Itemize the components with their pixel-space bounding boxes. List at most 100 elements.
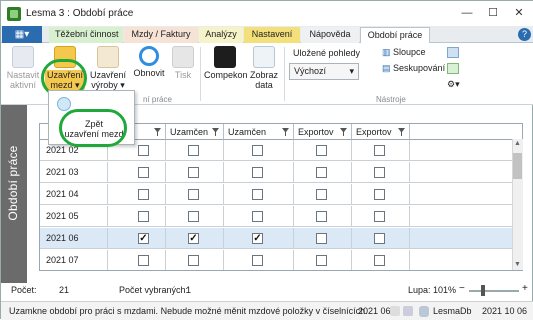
- filter-icon[interactable]: [212, 128, 219, 136]
- tools-icon: [403, 306, 413, 316]
- checkbox[interactable]: [316, 255, 327, 266]
- tab-napoveda[interactable]: Nápověda: [301, 27, 359, 43]
- checkbox[interactable]: [138, 167, 149, 178]
- filter-icon[interactable]: [398, 128, 405, 136]
- maximize-button[interactable]: ☐: [480, 5, 506, 21]
- checkbox[interactable]: [188, 255, 199, 266]
- checkbox[interactable]: [374, 255, 385, 266]
- checkbox[interactable]: ✓: [138, 233, 149, 244]
- table-cell: [410, 184, 512, 205]
- column-header-label: Uzamčen: [170, 127, 209, 137]
- zoom-in-button[interactable]: +: [522, 283, 528, 294]
- table-cell: [166, 184, 224, 205]
- view-select-value: Výchozí: [294, 66, 327, 76]
- filter-settings-icon[interactable]: [447, 63, 459, 74]
- group-label-prace: ní práce: [143, 95, 172, 104]
- tisk-label: Tisk: [174, 70, 192, 80]
- checkbox[interactable]: [374, 167, 385, 178]
- obnovit-button[interactable]: Obnovit: [132, 46, 166, 78]
- table-cell: [410, 228, 512, 249]
- uzavreni-vyroby-button[interactable]: Uzavření výroby ▾: [89, 46, 127, 90]
- table-row[interactable]: 2021 05: [40, 206, 512, 227]
- file-menu-button[interactable]: ▦▾: [2, 26, 42, 43]
- table-cell: [108, 162, 166, 183]
- table-cell: [410, 140, 512, 161]
- column-header-uzamcen-1[interactable]: Uzamčen: [166, 124, 224, 140]
- help-icon[interactable]: ?: [518, 28, 531, 41]
- sloupce-label: Sloupce: [393, 47, 426, 57]
- scroll-down-arrow-icon[interactable]: ▼: [514, 261, 521, 268]
- table-cell: [224, 184, 294, 205]
- checkbox[interactable]: [374, 145, 385, 156]
- filter-icon[interactable]: [154, 128, 161, 136]
- ulozene-pohledy-label: Uložené pohledy: [293, 48, 361, 58]
- tab-obdobi-prace[interactable]: Období práce: [360, 27, 430, 44]
- checkbox[interactable]: [188, 211, 199, 222]
- filter-icon[interactable]: [282, 128, 289, 136]
- uzavreni-vyroby-label-1: Uzavření: [89, 70, 126, 80]
- checkbox[interactable]: [138, 189, 149, 200]
- minimize-button[interactable]: —: [454, 5, 480, 21]
- close-button[interactable]: ✕: [506, 5, 532, 21]
- sloupce-button[interactable]: ▥ Sloupce: [382, 47, 426, 58]
- zobraz-data-button[interactable]: Zobraz data: [249, 46, 279, 90]
- checkbox[interactable]: [138, 211, 149, 222]
- checkbox[interactable]: [252, 211, 263, 222]
- table-row[interactable]: 2021 03: [40, 162, 512, 183]
- table-cell: [108, 184, 166, 205]
- export-icon[interactable]: [447, 47, 459, 58]
- zoom-out-button[interactable]: −: [459, 283, 465, 294]
- checkbox[interactable]: [316, 167, 327, 178]
- printer-icon: [172, 46, 194, 68]
- checkbox[interactable]: [252, 167, 263, 178]
- filter-icon[interactable]: [340, 128, 347, 136]
- chevron-down-icon: ▾: [349, 66, 354, 76]
- table-cell: [352, 250, 410, 270]
- checkbox[interactable]: [188, 145, 199, 156]
- nastavit-label-1: Nastavit: [6, 70, 40, 80]
- zoom-slider[interactable]: [469, 290, 519, 292]
- checkbox[interactable]: [252, 145, 263, 156]
- checkbox[interactable]: [316, 233, 327, 244]
- table-row[interactable]: 2021 04: [40, 184, 512, 205]
- nastavit-aktivni-button[interactable]: Nastavit aktivní: [5, 46, 41, 90]
- column-header-uzamcen-2[interactable]: Uzamčen: [224, 124, 294, 140]
- table-row[interactable]: 2021 06 ✓ ✓ ✓: [40, 228, 512, 249]
- checkbox[interactable]: [316, 211, 327, 222]
- checkbox[interactable]: ✓: [252, 233, 263, 244]
- table-cell: [166, 206, 224, 227]
- key-icon: [390, 306, 400, 316]
- scroll-up-arrow-icon[interactable]: ▲: [514, 140, 521, 147]
- column-header-exportovano-1[interactable]: Exportov: [294, 124, 352, 140]
- status-date: 2021 10 06: [482, 306, 528, 316]
- checkbox[interactable]: [138, 255, 149, 266]
- checkbox[interactable]: [252, 255, 263, 266]
- scrollbar-thumb[interactable]: [513, 153, 522, 179]
- uzavreni-vyroby-label-2: výroby: [91, 80, 118, 90]
- tab-nastaveni[interactable]: Nastavení: [244, 27, 300, 43]
- table-row[interactable]: 2021 07: [40, 250, 512, 270]
- tab-analyzy[interactable]: Analýzy: [199, 27, 243, 43]
- checkbox[interactable]: [316, 145, 327, 156]
- view-select[interactable]: Výchozí ▾: [289, 63, 359, 80]
- tab-tezebni-cinnost[interactable]: Těžební činnost: [49, 27, 123, 43]
- zoom-slider-thumb[interactable]: [480, 285, 485, 296]
- table-cell: [352, 184, 410, 205]
- checkbox[interactable]: [374, 233, 385, 244]
- checkbox[interactable]: [316, 189, 327, 200]
- nastavit-label-2: aktivní: [9, 80, 36, 90]
- compekon-button[interactable]: Compekon: [204, 46, 248, 80]
- tisk-button[interactable]: Tisk: [169, 46, 197, 80]
- checkbox[interactable]: [374, 211, 385, 222]
- checkbox[interactable]: [374, 189, 385, 200]
- tab-mzdy-faktury[interactable]: Mzdy / Faktury: [124, 27, 198, 43]
- seskupovani-button[interactable]: ▤ Seskupování: [382, 63, 445, 74]
- table-cell: [352, 140, 410, 161]
- checkbox[interactable]: [138, 145, 149, 156]
- checkbox[interactable]: [188, 189, 199, 200]
- column-header-exportovano-2[interactable]: Exportov: [352, 124, 410, 140]
- checkbox[interactable]: [252, 189, 263, 200]
- checkbox[interactable]: [188, 167, 199, 178]
- more-tools-button[interactable]: ⚙▾: [447, 79, 469, 90]
- checkbox[interactable]: ✓: [188, 233, 199, 244]
